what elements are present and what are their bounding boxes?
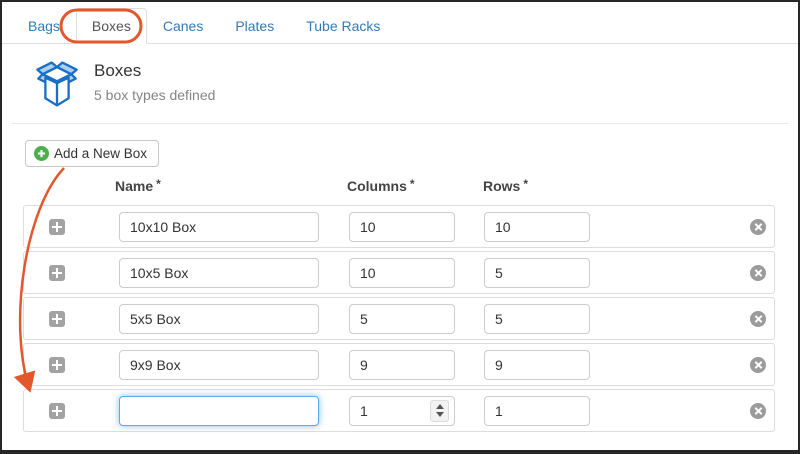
- header-text: Boxes 5 box types defined: [94, 59, 215, 103]
- rows-input[interactable]: [484, 304, 590, 334]
- add-row-handle-icon[interactable]: [49, 403, 65, 419]
- box-type-list: [23, 205, 775, 432]
- column-header-rows: Rows*: [483, 177, 528, 194]
- delete-row-icon[interactable]: [750, 311, 766, 327]
- rows-input[interactable]: [484, 350, 590, 380]
- spinner-down-icon[interactable]: [436, 412, 444, 417]
- table-row: [23, 205, 775, 248]
- add-row-handle-icon[interactable]: [49, 219, 65, 235]
- add-row-handle-icon[interactable]: [49, 311, 65, 327]
- number-spinner[interactable]: [430, 400, 449, 422]
- columns-input[interactable]: [349, 304, 455, 334]
- delete-row-icon[interactable]: [750, 265, 766, 281]
- add-row-handle-icon[interactable]: [49, 265, 65, 281]
- section-header: Boxes 5 box types defined: [2, 44, 798, 109]
- delete-row-icon[interactable]: [750, 357, 766, 373]
- tab-canes[interactable]: Canes: [147, 8, 219, 44]
- plus-circle-icon: [34, 146, 49, 161]
- add-new-box-label: Add a New Box: [54, 146, 147, 161]
- required-marker: *: [156, 177, 161, 191]
- column-header-name: Name*: [115, 177, 161, 194]
- name-input[interactable]: [119, 350, 319, 380]
- rows-input[interactable]: [484, 258, 590, 288]
- table-row: [23, 343, 775, 386]
- table-header-row: Name* Columns* Rows*: [2, 177, 798, 197]
- open-box-icon: [30, 59, 84, 109]
- table-row: [23, 251, 775, 294]
- required-marker: *: [410, 177, 415, 191]
- tab-bags[interactable]: Bags: [12, 8, 76, 44]
- tab-boxes[interactable]: Boxes: [76, 8, 147, 44]
- add-new-box-button[interactable]: Add a New Box: [25, 140, 159, 167]
- tab-tube-racks[interactable]: Tube Racks: [290, 8, 396, 44]
- page-title: Boxes: [94, 61, 215, 81]
- name-input[interactable]: [119, 212, 319, 242]
- add-row-handle-icon[interactable]: [49, 357, 65, 373]
- header-divider: [12, 123, 788, 124]
- name-input[interactable]: [119, 396, 319, 426]
- page-subtitle: 5 box types defined: [94, 87, 215, 103]
- rows-input[interactable]: [484, 396, 590, 426]
- table-row: [23, 297, 775, 340]
- tab-bar: Bags Boxes Canes Plates Tube Racks: [2, 2, 798, 44]
- name-input[interactable]: [119, 258, 319, 288]
- name-input[interactable]: [119, 304, 319, 334]
- boxes-settings-panel: Bags Boxes Canes Plates Tube Racks: [0, 0, 800, 454]
- required-marker: *: [523, 177, 528, 191]
- table-row-new: [23, 389, 775, 432]
- delete-row-icon[interactable]: [750, 219, 766, 235]
- columns-input[interactable]: [349, 258, 455, 288]
- delete-row-icon[interactable]: [750, 403, 766, 419]
- spinner-up-icon[interactable]: [436, 404, 444, 409]
- rows-input[interactable]: [484, 212, 590, 242]
- column-header-columns: Columns*: [347, 177, 415, 194]
- columns-input[interactable]: [349, 350, 455, 380]
- columns-input[interactable]: [349, 212, 455, 242]
- tab-plates[interactable]: Plates: [219, 8, 290, 44]
